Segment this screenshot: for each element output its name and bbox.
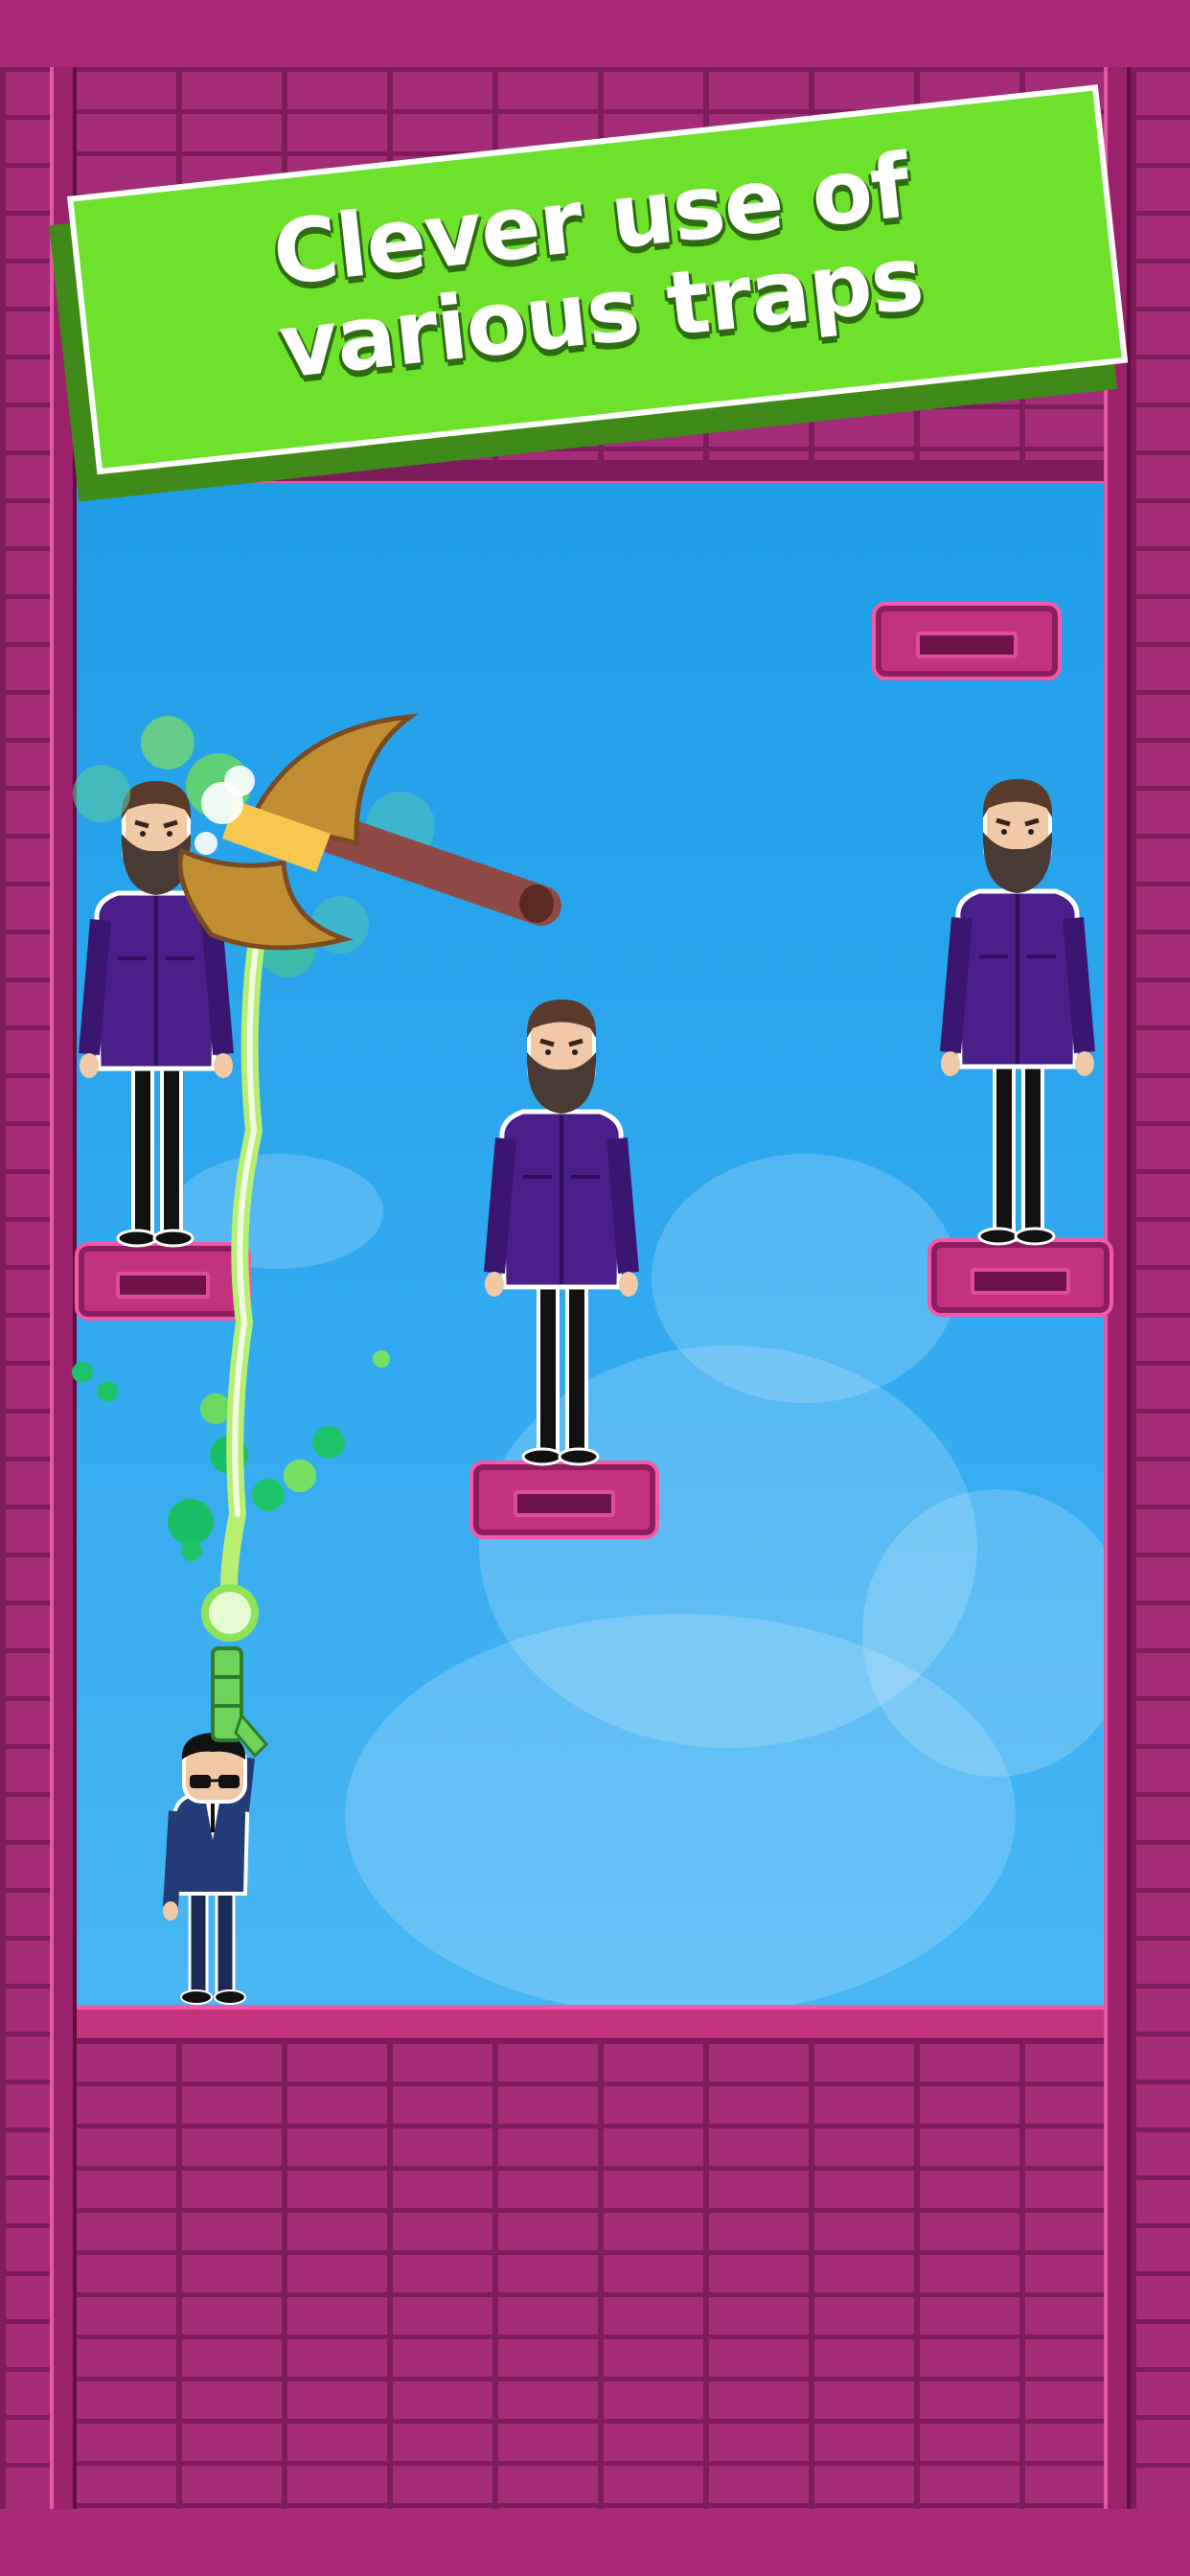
golden-axe-trap	[177, 713, 561, 951]
green-launcher-icon	[211, 1646, 269, 1759]
player-agent	[163, 1733, 255, 2005]
enemy-thug-right	[941, 779, 1094, 1244]
projectile-ball	[201, 1584, 259, 1642]
enemy-thug-middle	[485, 1000, 638, 1464]
